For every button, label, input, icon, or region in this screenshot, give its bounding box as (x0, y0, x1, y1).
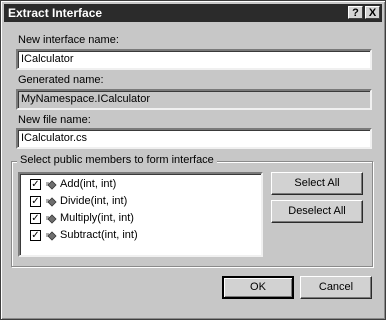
method-icon (46, 214, 57, 224)
members-group-title: Select public members to form interface (17, 154, 217, 166)
method-icon (46, 180, 57, 190)
file-name-value: ICalculator.cs (21, 132, 88, 144)
generated-name-field: MyNamespace.ICalculator (16, 89, 372, 110)
select-all-button[interactable]: Select All (271, 172, 363, 195)
list-item[interactable]: ✓ Add(int, int) (30, 177, 250, 193)
title-bar[interactable]: Extract Interface ? X (4, 4, 382, 22)
method-icon (46, 231, 57, 241)
interface-name-value: ICalculator (21, 53, 74, 65)
checkbox-add[interactable]: ✓ (30, 179, 41, 190)
close-icon: X (368, 7, 377, 19)
cancel-button[interactable]: Cancel (300, 276, 372, 299)
list-item-label: Add(int, int) (60, 178, 117, 190)
list-item[interactable]: ✓ Subtract(int, int) (30, 228, 250, 244)
generated-name-value: MyNamespace.ICalculator (21, 93, 150, 105)
list-item[interactable]: ✓ Multiply(int, int) (30, 211, 250, 227)
generated-name-label: Generated name: (18, 74, 104, 86)
interface-name-label: New interface name: (18, 34, 119, 46)
list-item[interactable]: ✓ Divide(int, int) (30, 194, 250, 210)
method-icon (46, 197, 57, 207)
help-icon: ? (352, 7, 359, 19)
list-item-label: Multiply(int, int) (60, 212, 134, 224)
file-name-input[interactable]: ICalculator.cs (16, 128, 372, 149)
checkbox-subtract[interactable]: ✓ (30, 230, 41, 241)
interface-name-input[interactable]: ICalculator (16, 49, 372, 70)
dialog-title: Extract Interface (8, 6, 103, 20)
file-name-label: New file name: (18, 114, 91, 126)
list-item-label: Subtract(int, int) (60, 229, 138, 241)
extract-interface-dialog: Extract Interface ? X New interface name… (0, 0, 386, 320)
checkbox-divide[interactable]: ✓ (30, 196, 41, 207)
checkbox-multiply[interactable]: ✓ (30, 213, 41, 224)
list-item-label: Divide(int, int) (60, 195, 128, 207)
ok-button[interactable]: OK (222, 276, 294, 299)
members-list[interactable]: ✓ Add(int, int) ✓ Divide(int, int) ✓ Mul… (18, 172, 263, 257)
close-button[interactable]: X (365, 6, 380, 19)
help-button[interactable]: ? (348, 6, 363, 19)
deselect-all-button[interactable]: Deselect All (271, 200, 363, 223)
